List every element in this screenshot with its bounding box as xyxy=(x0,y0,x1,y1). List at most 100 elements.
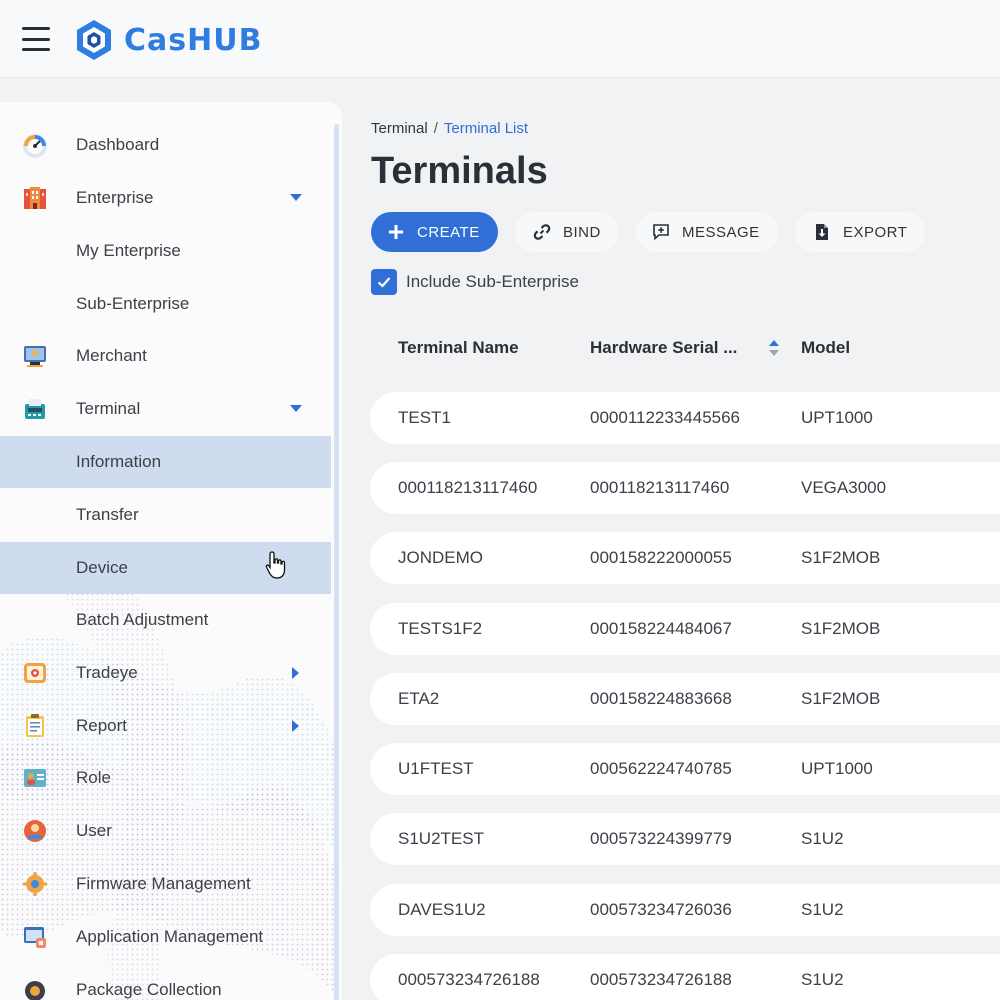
export-button[interactable]: EXPORT xyxy=(795,212,925,252)
cell-hardware-serial: 000573234726188 xyxy=(590,970,732,989)
enterprise-building-icon xyxy=(24,187,46,209)
app-header: CasHUB xyxy=(0,0,1000,78)
page-title: Terminals xyxy=(371,150,548,192)
bind-button[interactable]: BIND xyxy=(515,212,618,252)
sidebar-item-label: Firmware Management xyxy=(76,874,251,893)
column-header-model[interactable]: Model xyxy=(801,338,850,358)
cell-terminal-name: TESTS1F2 xyxy=(398,619,483,638)
table-row[interactable]: ETA2 000158224883668 S1F2MOB xyxy=(370,673,1000,725)
create-button-label: CREATE xyxy=(417,223,480,241)
chevron-down-icon xyxy=(290,405,302,412)
sidebar-item-my-enterprise[interactable]: My Enterprise xyxy=(0,225,331,277)
sidebar-item-enterprise[interactable]: Enterprise xyxy=(0,172,331,224)
sidebar-item-dashboard[interactable]: Dashboard xyxy=(0,119,331,171)
sidebar-item-label: User xyxy=(76,821,112,840)
sidebar-item-report[interactable]: Report xyxy=(0,700,331,752)
table-row[interactable]: TESTS1F2 000158224484067 S1F2MOB xyxy=(370,603,1000,655)
brand-name: CasHUB xyxy=(124,22,263,58)
sidebar-item-label: Enterprise xyxy=(76,188,154,207)
sidebar-item-label: Information xyxy=(76,452,162,471)
cashub-logo-icon xyxy=(77,20,111,60)
checkmark-icon xyxy=(377,277,391,288)
cell-model: VEGA3000 xyxy=(801,478,887,497)
include-sub-enterprise-filter: Include Sub-Enterprise xyxy=(371,269,579,295)
sidebar: Dashboard Enterprise My Enterprise Sub-E… xyxy=(0,102,342,1000)
menu-toggle-icon[interactable] xyxy=(22,24,50,54)
breadcrumb: Terminal / Terminal List xyxy=(371,120,528,137)
cell-model: S1F2MOB xyxy=(801,619,881,638)
column-header-terminal-name[interactable]: Terminal Name xyxy=(398,338,519,358)
chevron-down-icon xyxy=(290,194,302,201)
sidebar-item-label: Merchant xyxy=(76,346,147,365)
merchant-icon xyxy=(24,346,46,367)
sidebar-item-transfer[interactable]: Transfer xyxy=(0,489,331,541)
sidebar-item-label: Tradeye xyxy=(76,663,138,682)
sidebar-item-role[interactable]: Role xyxy=(0,752,331,804)
table-row[interactable]: 000573234726188 000573234726188 S1U2 xyxy=(370,954,1000,1000)
sidebar-item-merchant[interactable]: Merchant xyxy=(0,330,331,382)
cell-terminal-name: DAVES1U2 xyxy=(398,900,486,919)
plus-icon xyxy=(389,225,403,239)
include-sub-enterprise-label[interactable]: Include Sub-Enterprise xyxy=(406,272,579,292)
cell-model: UPT1000 xyxy=(801,408,873,427)
sidebar-item-label: My Enterprise xyxy=(76,241,181,260)
cell-hardware-serial: 000562224740785 xyxy=(590,759,732,778)
table-row[interactable]: 000118213117460 000118213117460 VEGA3000 xyxy=(370,462,1000,514)
cell-terminal-name: JONDEMO xyxy=(398,548,483,567)
brand-logo[interactable]: CasHUB xyxy=(74,18,262,62)
role-icon xyxy=(24,769,46,787)
report-clipboard-icon xyxy=(26,714,44,737)
sidebar-scrollbar[interactable] xyxy=(334,124,339,1000)
breadcrumb-parent[interactable]: Terminal xyxy=(371,120,428,137)
table-row[interactable]: S1U2TEST 000573224399779 S1U2 xyxy=(370,813,1000,865)
cell-model: S1F2MOB xyxy=(801,548,881,567)
sidebar-item-label: Report xyxy=(76,716,128,735)
table-row[interactable]: TEST1 0000112233445566 UPT1000 xyxy=(370,392,1000,444)
cell-hardware-serial: 000158222000055 xyxy=(590,548,732,567)
sidebar-item-label: Package Collection xyxy=(76,980,222,999)
cell-terminal-name: ETA2 xyxy=(398,689,440,708)
message-icon xyxy=(653,224,669,241)
application-icon xyxy=(24,927,46,948)
file-export-icon xyxy=(816,224,828,240)
sidebar-item-information[interactable]: Information xyxy=(0,436,331,488)
sidebar-item-firmware-management[interactable]: Firmware Management xyxy=(0,858,331,910)
sidebar-item-terminal[interactable]: Terminal xyxy=(0,383,331,435)
cell-terminal-name: 000118213117460 xyxy=(398,478,538,497)
cell-terminal-name: U1FTEST xyxy=(398,759,474,778)
link-icon xyxy=(533,224,551,240)
dashboard-gauge-icon xyxy=(23,134,47,158)
sidebar-item-application-management[interactable]: Application Management xyxy=(0,911,331,963)
cell-hardware-serial: 000158224883668 xyxy=(590,689,732,708)
sidebar-item-tradeye[interactable]: Tradeye xyxy=(0,647,331,699)
create-button[interactable]: CREATE xyxy=(371,212,498,252)
sidebar-item-label: Terminal xyxy=(76,399,141,418)
chevron-right-icon xyxy=(292,720,299,732)
cell-model: S1U2 xyxy=(801,900,844,919)
sidebar-item-sub-enterprise[interactable]: Sub-Enterprise xyxy=(0,278,331,330)
sort-icon[interactable] xyxy=(768,338,780,358)
message-button-label: MESSAGE xyxy=(682,223,760,241)
sidebar-item-label: Device xyxy=(76,558,128,577)
include-sub-enterprise-checkbox[interactable] xyxy=(371,269,397,295)
sidebar-item-label: Batch Adjustment xyxy=(76,610,209,629)
sidebar-item-batch-adjustment[interactable]: Batch Adjustment xyxy=(0,594,331,646)
cell-terminal-name: S1U2TEST xyxy=(398,829,484,848)
terminal-icon xyxy=(25,399,45,419)
table-row[interactable]: U1FTEST 000562224740785 UPT1000 xyxy=(370,743,1000,795)
table-row[interactable]: DAVES1U2 000573234726036 S1U2 xyxy=(370,884,1000,936)
message-button[interactable]: MESSAGE xyxy=(636,212,778,252)
sidebar-item-label: Sub-Enterprise xyxy=(76,294,190,313)
hand-cursor-icon xyxy=(265,551,286,579)
sidebar-item-user[interactable]: User xyxy=(0,805,331,857)
cell-hardware-serial: 0000112233445566 xyxy=(590,408,741,427)
export-button-label: EXPORT xyxy=(843,223,908,241)
firmware-icon xyxy=(23,872,47,896)
table-row[interactable]: JONDEMO 000158222000055 S1F2MOB xyxy=(370,532,1000,584)
sidebar-item-package-collection[interactable]: Package Collection xyxy=(0,964,331,1000)
bind-button-label: BIND xyxy=(563,223,601,241)
cell-terminal-name: 000573234726188 xyxy=(398,970,540,989)
breadcrumb-current[interactable]: Terminal List xyxy=(444,120,528,137)
tradeye-icon xyxy=(24,663,46,683)
column-header-hardware-serial[interactable]: Hardware Serial ... xyxy=(590,338,737,358)
